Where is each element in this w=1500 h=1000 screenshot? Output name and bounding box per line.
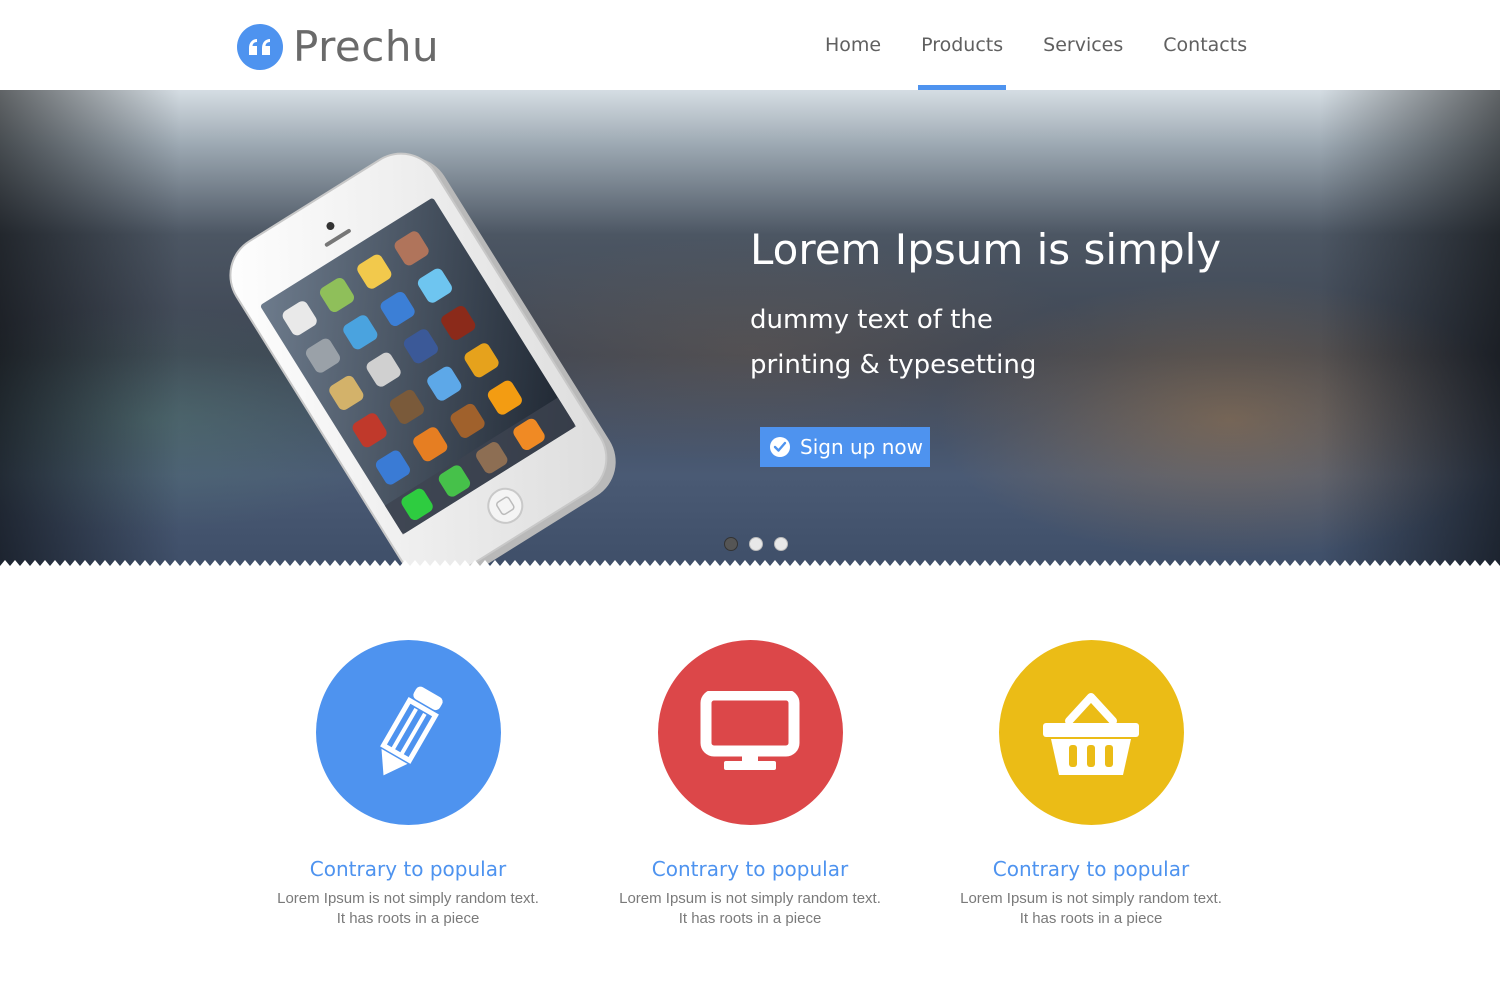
sign-up-button[interactable]: Sign up now (760, 427, 930, 467)
feature-text-line2: It has roots in a piece (1019, 910, 1163, 927)
hero-title: Lorem Ipsum is simply (750, 225, 1222, 274)
hero-slider: Lorem Ipsum is simply dummy text of the … (0, 90, 1500, 572)
site-header: Prechu Home Products Services Contacts (0, 0, 1500, 90)
monitor-icon (700, 690, 800, 770)
logo-text: Prechu (293, 22, 440, 71)
quote-icon (237, 24, 283, 70)
slider-dot-3[interactable] (774, 537, 788, 551)
feature-card-3: Contrary to popular Lorem Ipsum is not s… (931, 640, 1251, 929)
zigzag-edge (0, 560, 1500, 572)
nav-products[interactable]: Products (901, 0, 1023, 90)
feature-title[interactable]: Contrary to popular (590, 857, 910, 881)
pencil-icon (380, 686, 443, 775)
feature-title[interactable]: Contrary to popular (248, 857, 568, 881)
feature-icon-circle[interactable] (315, 640, 501, 825)
feature-text-line1: Lorem Ipsum is not simply random text. (960, 890, 1222, 907)
feature-icon-circle[interactable] (657, 640, 843, 825)
nav-contacts[interactable]: Contacts (1143, 0, 1267, 90)
basket-icon (1043, 692, 1139, 775)
slider-dots (724, 537, 788, 551)
feature-text-line2: It has roots in a piece (336, 910, 480, 927)
check-icon (770, 437, 790, 457)
feature-text-line1: Lorem Ipsum is not simply random text. (277, 890, 539, 907)
phone-image (229, 152, 616, 570)
feature-text: Lorem Ipsum is not simply random text. I… (590, 889, 910, 929)
main-nav: Home Products Services Contacts (805, 0, 1267, 90)
logo[interactable]: Prechu (237, 24, 439, 70)
slider-dot-1[interactable] (724, 537, 738, 551)
feature-text-line1: Lorem Ipsum is not simply random text. (619, 890, 881, 907)
hero-subtitle-line1: dummy text of the (750, 305, 993, 335)
feature-text: Lorem Ipsum is not simply random text. I… (248, 889, 568, 929)
feature-title[interactable]: Contrary to popular (931, 857, 1251, 881)
nav-home[interactable]: Home (805, 0, 901, 90)
feature-icon-circle[interactable] (998, 640, 1184, 825)
hero-subtitle-line2: printing & typesetting (750, 350, 1037, 380)
feature-text: Lorem Ipsum is not simply random text. I… (931, 889, 1251, 929)
feature-text-line2: It has roots in a piece (678, 910, 822, 927)
slider-dot-2[interactable] (749, 537, 763, 551)
nav-services[interactable]: Services (1023, 0, 1143, 90)
feature-card-1: Contrary to popular Lorem Ipsum is not s… (248, 640, 568, 929)
sign-up-label: Sign up now (800, 435, 923, 459)
feature-card-2: Contrary to popular Lorem Ipsum is not s… (590, 640, 910, 929)
